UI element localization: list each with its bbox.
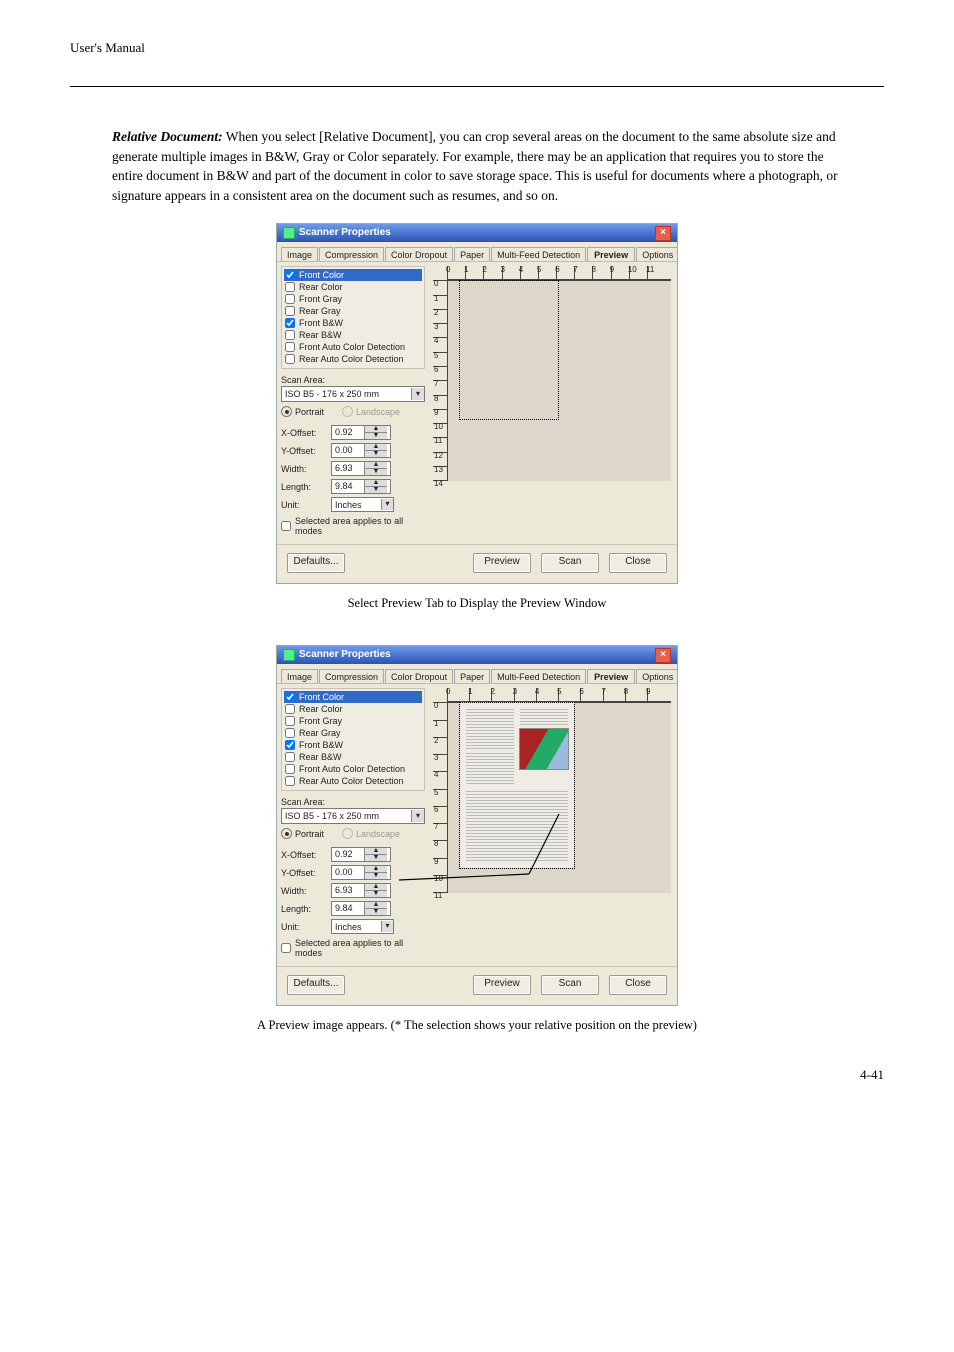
mode-front-gray[interactable]: Front Gray [284,715,422,727]
page-header-left: User's Manual [70,40,145,56]
width-input[interactable]: 6.93 ▲▼ [331,883,391,898]
mode-front-color[interactable]: Front Color [284,269,422,281]
scan-button[interactable]: Scan [541,553,599,573]
tab-color-dropout[interactable]: Color Dropout [385,247,453,261]
preview-canvas[interactable] [447,280,671,481]
unit-dropdown[interactable]: Inches▾ [331,919,394,934]
scanner-properties-dialog-before: Scanner Properties × ImageCompressionCol… [276,223,678,584]
orientation-portrait[interactable]: Portrait [281,828,324,839]
x-offset-label: X-Offset: [281,428,331,438]
mode-rear-gray[interactable]: Rear Gray [284,727,422,739]
tab-options[interactable]: Options [636,669,677,683]
app-icon [283,649,295,661]
chevron-down-icon[interactable]: ▾ [381,499,393,510]
spin-down-icon[interactable]: ▼ [364,432,387,439]
mode-front-auto-color-detection[interactable]: Front Auto Color Detection [284,341,422,353]
tab-color-dropout[interactable]: Color Dropout [385,669,453,683]
close-button[interactable]: Close [609,553,667,573]
defaults-button[interactable]: Defaults... [287,553,345,573]
scanner-properties-dialog-after: Scanner Properties × ImageCompressionCol… [276,645,678,1006]
x-offset-input[interactable]: 0.92 ▲▼ [331,847,391,862]
scan-area-dropdown[interactable]: ISO B5 - 176 x 250 mm ▾ [281,386,425,402]
scan-button[interactable]: Scan [541,975,599,995]
caption-after: A Preview image appears. (* The selectio… [70,1018,884,1033]
mode-front-b-w[interactable]: Front B&W [284,739,422,751]
apply-all-modes-checkbox[interactable]: Selected area applies to all modes [281,938,425,958]
close-button[interactable]: Close [609,975,667,995]
app-icon [283,227,295,239]
mode-rear-b-w[interactable]: Rear B&W [284,329,422,341]
dialog-title-text: Scanner Properties [299,646,391,664]
mode-front-color[interactable]: Front Color [284,691,422,703]
tab-paper[interactable]: Paper [454,669,490,683]
ruler-horizontal: 0123456789 [433,688,671,702]
unit-label: Unit: [281,500,331,510]
mode-rear-color[interactable]: Rear Color [284,281,422,293]
image-mode-list: Front ColorRear ColorFront GrayRear Gray… [281,688,425,791]
unit-dropdown[interactable]: Inches▾ [331,497,394,512]
defaults-button[interactable]: Defaults... [287,975,345,995]
selection-rectangle[interactable] [460,281,558,419]
relative-document-body: Relative Document: When you select [Rela… [112,127,842,205]
width-input[interactable]: 6.93 ▲▼ [331,461,391,476]
tab-image[interactable]: Image [281,247,318,261]
mode-front-gray[interactable]: Front Gray [284,293,422,305]
caption-before: Select Preview Tab to Display the Previe… [70,596,884,611]
chevron-down-icon[interactable]: ▾ [411,810,424,822]
mode-rear-color[interactable]: Rear Color [284,703,422,715]
length-label: Length: [281,482,331,492]
close-icon[interactable]: × [655,226,671,241]
tab-options[interactable]: Options [636,247,677,261]
y-offset-input[interactable]: 0.00 ▲▼ [331,865,391,880]
tab-image[interactable]: Image [281,669,318,683]
scan-area-label: Scan Area: [281,797,425,807]
mode-rear-b-w[interactable]: Rear B&W [284,751,422,763]
ruler-horizontal: 01234567891011 [433,266,671,280]
tab-preview[interactable]: Preview [587,669,635,684]
tab-preview[interactable]: Preview [587,247,635,262]
width-label: Width: [281,464,331,474]
y-offset-input[interactable]: 0.00 ▲▼ [331,443,391,458]
dialog-titlebar[interactable]: Scanner Properties × [277,646,677,664]
x-offset-input[interactable]: 0.92 ▲▼ [331,425,391,440]
ruler-vertical: 01234567891011121314 [433,280,447,480]
orientation-portrait[interactable]: Portrait [281,406,324,417]
length-input[interactable]: 9.84 ▲▼ [331,901,391,916]
preview-canvas[interactable] [447,702,671,893]
dialog-tabstrip: ImageCompressionColor DropoutPaperMulti-… [277,242,677,262]
chevron-down-icon[interactable]: ▾ [411,388,424,400]
close-icon[interactable]: × [655,648,671,663]
preview-button[interactable]: Preview [473,553,531,573]
mode-front-auto-color-detection[interactable]: Front Auto Color Detection [284,763,422,775]
image-mode-list: Front ColorRear ColorFront GrayRear Gray… [281,266,425,369]
tab-compression[interactable]: Compression [319,669,384,683]
dialog-tabstrip: ImageCompressionColor DropoutPaperMulti-… [277,664,677,684]
y-offset-label: Y-Offset: [281,446,331,456]
preview-button[interactable]: Preview [473,975,531,995]
header-rule [70,86,884,87]
tab-compression[interactable]: Compression [319,247,384,261]
orientation-landscape: Landscape [342,406,400,417]
dialog-titlebar[interactable]: Scanner Properties × [277,224,677,242]
selection-rectangle[interactable] [460,703,574,868]
scan-area-label: Scan Area: [281,375,425,385]
length-input[interactable]: 9.84 ▲▼ [331,479,391,494]
tab-multi-feed-detection[interactable]: Multi-Feed Detection [491,669,586,683]
mode-rear-auto-color-detection[interactable]: Rear Auto Color Detection [284,775,422,787]
chevron-down-icon[interactable]: ▾ [381,921,393,932]
tab-multi-feed-detection[interactable]: Multi-Feed Detection [491,247,586,261]
mode-rear-gray[interactable]: Rear Gray [284,305,422,317]
mode-front-b-w[interactable]: Front B&W [284,317,422,329]
apply-all-modes-checkbox[interactable]: Selected area applies to all modes [281,516,425,536]
ruler-vertical: 01234567891011 [433,702,447,892]
dialog-title-text: Scanner Properties [299,224,391,242]
orientation-landscape: Landscape [342,828,400,839]
mode-rear-auto-color-detection[interactable]: Rear Auto Color Detection [284,353,422,365]
tab-paper[interactable]: Paper [454,247,490,261]
page-number: 4-41 [70,1067,884,1083]
scan-area-dropdown[interactable]: ISO B5 - 176 x 250 mm ▾ [281,808,425,824]
